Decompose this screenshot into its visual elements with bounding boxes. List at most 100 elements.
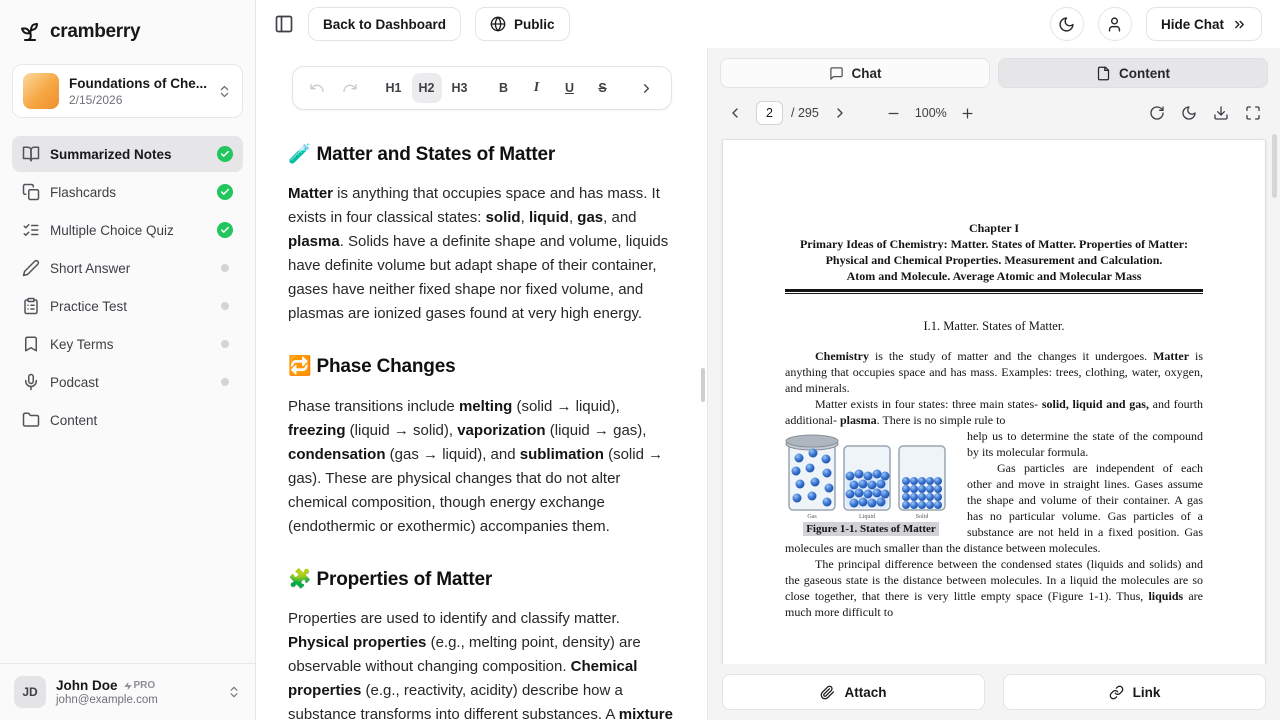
course-date: 2/15/2026 bbox=[69, 93, 207, 107]
page-number-input[interactable] bbox=[756, 101, 783, 125]
viewer-footer: Attach Link bbox=[708, 664, 1280, 720]
user-email: john@example.com bbox=[56, 694, 217, 706]
zoom-out-button[interactable] bbox=[881, 100, 907, 126]
sidebar-item-multiple-choice-quiz[interactable]: Multiple Choice Quiz bbox=[12, 212, 243, 248]
next-page-button[interactable] bbox=[827, 100, 853, 126]
chevron-up-down-icon bbox=[217, 84, 232, 99]
pending-badge bbox=[221, 302, 229, 310]
pending-badge bbox=[221, 264, 229, 272]
rotate-icon[interactable] bbox=[1144, 100, 1170, 126]
account-button[interactable] bbox=[1098, 7, 1132, 41]
course-name: Foundations of Che... bbox=[69, 76, 207, 91]
sidebar-item-summarized-notes[interactable]: Summarized Notes bbox=[12, 136, 243, 172]
bold-button[interactable]: B bbox=[489, 73, 519, 103]
user-icon bbox=[1106, 16, 1123, 33]
tab-chat[interactable]: Chat bbox=[720, 58, 990, 88]
pending-badge bbox=[221, 340, 229, 348]
paperclip-icon bbox=[820, 685, 835, 700]
pdf-section-heading: I.1. Matter. States of Matter. bbox=[785, 318, 1203, 334]
link-button[interactable]: Link bbox=[1003, 674, 1266, 710]
sidebar-item-label: Short Answer bbox=[50, 261, 211, 276]
heading3-button[interactable]: H3 bbox=[445, 73, 475, 103]
moon-icon bbox=[1058, 16, 1075, 33]
editor-toolbar: H1 H2 H3 B I U S bbox=[292, 66, 672, 110]
pdf-toolbar: / 295 100% bbox=[708, 92, 1280, 132]
content-viewer-panel: Chat Content / 295 100% bbox=[708, 48, 1280, 720]
viewer-dark-mode-icon[interactable] bbox=[1176, 100, 1202, 126]
pdf-title-line: Physical and Chemical Properties. Measur… bbox=[785, 252, 1203, 268]
pdf-title-line: Atom and Molecule. Average Atomic and Mo… bbox=[785, 268, 1203, 284]
figure-caption: Figure 1-1. States of Matter bbox=[803, 522, 939, 536]
brand-header: cramberry bbox=[0, 0, 255, 54]
book-open-icon bbox=[22, 145, 40, 163]
pdf-page-area: Chapter I Primary Ideas of Chemistry: Ma… bbox=[708, 132, 1280, 664]
italic-button[interactable]: I bbox=[522, 73, 552, 103]
sidebar-item-content[interactable]: Content bbox=[12, 402, 243, 438]
cramberry-logo-icon bbox=[18, 20, 42, 44]
pro-badge: PRO bbox=[123, 680, 156, 691]
topbar: Back to Dashboard Public Hide Chat bbox=[256, 0, 1280, 48]
heading1-button[interactable]: H1 bbox=[379, 73, 409, 103]
redo-button[interactable] bbox=[335, 73, 365, 103]
toolbar-more-button[interactable] bbox=[632, 73, 662, 103]
bookmark-icon bbox=[22, 335, 40, 353]
done-badge bbox=[217, 146, 233, 162]
dark-mode-button[interactable] bbox=[1050, 7, 1084, 41]
zoom-level: 100% bbox=[913, 106, 949, 120]
cards-icon bbox=[22, 183, 40, 201]
notes-content[interactable]: 🧪 Matter and States of Matter Matter is … bbox=[256, 110, 707, 720]
note-heading: 🧩 Properties of Matter bbox=[288, 565, 675, 595]
sidebar-item-short-answer[interactable]: Short Answer bbox=[12, 250, 243, 286]
clipboard-icon bbox=[22, 297, 40, 315]
user-avatar: JD bbox=[14, 676, 46, 708]
sidebar-toggle-button[interactable] bbox=[274, 14, 294, 34]
strikethrough-button[interactable]: S bbox=[588, 73, 618, 103]
pdf-chapter-title: Chapter I bbox=[785, 220, 1203, 236]
user-menu[interactable]: JD John Doe PRO john@example.com bbox=[0, 663, 255, 720]
previous-page-button[interactable] bbox=[722, 100, 748, 126]
sidebar-item-label: Multiple Choice Quiz bbox=[50, 223, 207, 238]
microphone-icon bbox=[22, 373, 40, 391]
course-selector[interactable]: Foundations of Che... 2/15/2026 bbox=[12, 64, 243, 118]
sidebar: cramberry Foundations of Che... 2/15/202… bbox=[0, 0, 256, 720]
tab-content[interactable]: Content bbox=[998, 58, 1268, 88]
sidebar-item-label: Flashcards bbox=[50, 185, 207, 200]
pdf-title-line: Primary Ideas of Chemistry: Matter. Stat… bbox=[785, 236, 1203, 252]
note-heading: 🔁 Phase Changes bbox=[288, 352, 675, 382]
chevrons-right-icon bbox=[1232, 17, 1247, 32]
back-to-dashboard-button[interactable]: Back to Dashboard bbox=[308, 7, 461, 41]
viewer-tabs: Chat Content bbox=[708, 48, 1280, 92]
heading2-button[interactable]: H2 bbox=[412, 73, 442, 103]
pending-badge bbox=[221, 378, 229, 386]
attach-button[interactable]: Attach bbox=[722, 674, 985, 710]
zoom-in-button[interactable] bbox=[955, 100, 981, 126]
sidebar-item-label: Content bbox=[50, 413, 233, 428]
pdf-paragraph: The principal difference between the con… bbox=[785, 556, 1203, 620]
download-icon[interactable] bbox=[1208, 100, 1234, 126]
note-heading: 🧪 Matter and States of Matter bbox=[288, 140, 675, 170]
list-checks-icon bbox=[22, 221, 40, 239]
fullscreen-icon[interactable] bbox=[1240, 100, 1266, 126]
pdf-paragraph: Matter exists in four states: three main… bbox=[785, 396, 1203, 428]
sidebar-item-practice-test[interactable]: Practice Test bbox=[12, 288, 243, 324]
sidebar-item-label: Practice Test bbox=[50, 299, 211, 314]
beakers-illustration: Gas Liquid Solid bbox=[785, 432, 953, 520]
chevron-up-down-icon bbox=[227, 685, 241, 699]
pdf-paragraph: Chemistry is the study of matter and the… bbox=[785, 348, 1203, 396]
pdf-scrollbar[interactable] bbox=[1272, 134, 1277, 198]
undo-button[interactable] bbox=[302, 73, 332, 103]
hide-chat-button[interactable]: Hide Chat bbox=[1146, 7, 1262, 41]
sidebar-item-key-terms[interactable]: Key Terms bbox=[12, 326, 243, 362]
notes-editor-panel: H1 H2 H3 B I U S 🧪 Matter and States of … bbox=[256, 48, 708, 720]
sidebar-item-label: Summarized Notes bbox=[50, 147, 207, 162]
page-total: / 295 bbox=[791, 106, 819, 120]
link-icon bbox=[1109, 685, 1124, 700]
states-of-matter-figure: Gas Liquid Solid Figure 1-1. States of M… bbox=[785, 432, 957, 536]
pdf-page: Chapter I Primary Ideas of Chemistry: Ma… bbox=[723, 140, 1265, 664]
sidebar-nav: Summarized Notes Flashcards Multiple Cho… bbox=[0, 122, 255, 663]
sidebar-item-podcast[interactable]: Podcast bbox=[12, 364, 243, 400]
public-button[interactable]: Public bbox=[475, 7, 570, 41]
underline-button[interactable]: U bbox=[555, 73, 585, 103]
editor-scrollbar[interactable] bbox=[701, 368, 705, 402]
sidebar-item-flashcards[interactable]: Flashcards bbox=[12, 174, 243, 210]
